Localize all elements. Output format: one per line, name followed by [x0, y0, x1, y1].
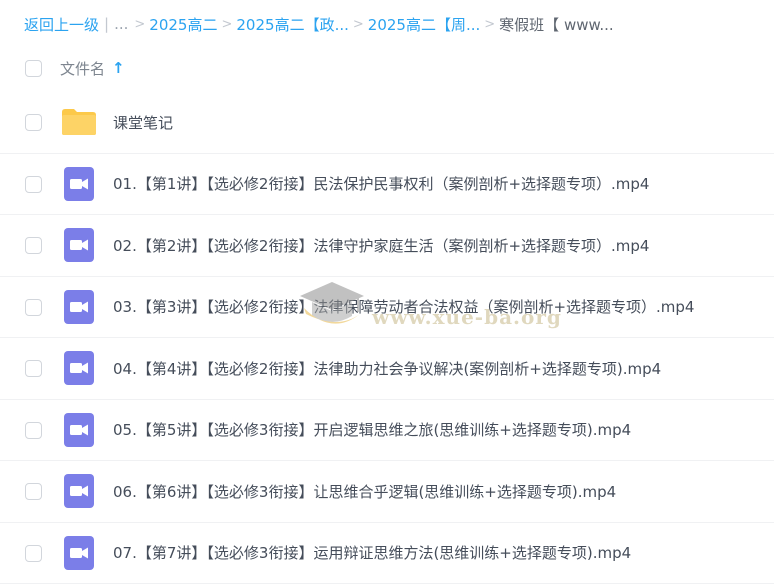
file-name[interactable]: 05.【第5讲】【选必修3衔接】开启逻辑思维之旅(思维训练+选择题专项).mp4	[113, 419, 631, 440]
back-link[interactable]: 返回上一级	[24, 14, 99, 35]
video-file-icon	[61, 166, 97, 202]
row-checkbox[interactable]	[25, 483, 42, 500]
video-file-icon	[61, 535, 97, 571]
video-file-icon	[61, 227, 97, 263]
row-checkbox[interactable]	[25, 544, 42, 562]
row-checkbox[interactable]	[25, 237, 42, 254]
file-list: 课堂笔记 01.【第1讲】【选必修2衔接】民法保护民事权利（案例剖析+选择题专项）…	[0, 92, 774, 584]
file-row[interactable]: 01.【第1讲】【选必修2衔接】民法保护民事权利（案例剖析+选择题专项）.mp4	[0, 154, 774, 215]
breadcrumb: 返回上一级 | ... > 2025高二 > 2025高二【政... > 202…	[0, 0, 774, 48]
breadcrumb-current: 寒假班【 www...	[499, 15, 614, 34]
file-name[interactable]: 01.【第1讲】【选必修2衔接】民法保护民事权利（案例剖析+选择题专项）.mp4	[113, 173, 649, 194]
select-all-checkbox[interactable]	[25, 59, 42, 77]
row-checkbox[interactable]	[25, 298, 42, 316]
breadcrumb-item[interactable]: 2025高二【政...	[236, 14, 348, 35]
video-file-icon	[61, 473, 97, 509]
file-row[interactable]: 04.【第4讲】【选必修2衔接】法律助力社会争议解决(案例剖析+选择题专项).m…	[0, 338, 774, 400]
chevron-right-icon: >	[134, 16, 146, 32]
file-name[interactable]: 07.【第7讲】【选必修3衔接】运用辩证思维方法(思维训练+选择题专项).mp4	[113, 542, 631, 563]
file-name[interactable]: 02.【第2讲】【选必修2衔接】法律守护家庭生活（案例剖析+选择题专项）.mp4	[113, 235, 649, 256]
file-row[interactable]: 07.【第7讲】【选必修3衔接】运用辩证思维方法(思维训练+选择题专项).mp4	[0, 523, 774, 584]
chevron-right-icon: >	[221, 16, 233, 32]
video-file-icon	[61, 350, 97, 386]
file-row[interactable]: 06.【第6讲】【选必修3衔接】让思维合乎逻辑(思维训练+选择题专项).mp4	[0, 461, 774, 523]
chevron-right-icon: >	[352, 16, 364, 32]
breadcrumb-item[interactable]: 2025高二【周...	[368, 14, 480, 35]
file-name[interactable]: 03.【第3讲】【选必修2衔接】法律保障劳动者合法权益（案例剖析+选择题专项）.…	[113, 296, 694, 317]
file-row[interactable]: 02.【第2讲】【选必修2衔接】法律守护家庭生活（案例剖析+选择题专项）.mp4	[0, 215, 774, 277]
arrow-up-icon[interactable]: ↑	[112, 59, 125, 77]
video-file-icon	[61, 289, 97, 325]
chevron-right-icon: >	[484, 16, 496, 32]
file-row[interactable]: 03.【第3讲】【选必修2衔接】法律保障劳动者合法权益（案例剖析+选择题专项）.…	[0, 277, 774, 338]
file-name[interactable]: 04.【第4讲】【选必修2衔接】法律助力社会争议解决(案例剖析+选择题专项).m…	[113, 358, 661, 379]
list-header: 文件名 ↑	[0, 48, 774, 88]
filename-column-label: 文件名	[60, 59, 106, 78]
file-name[interactable]: 课堂笔记	[113, 112, 173, 133]
file-name[interactable]: 06.【第6讲】【选必修3衔接】让思维合乎逻辑(思维训练+选择题专项).mp4	[113, 481, 616, 502]
file-row[interactable]: 05.【第5讲】【选必修3衔接】开启逻辑思维之旅(思维训练+选择题专项).mp4	[0, 400, 774, 461]
breadcrumb-divider: |	[104, 15, 110, 33]
row-checkbox[interactable]	[25, 114, 42, 131]
folder-row[interactable]: 课堂笔记	[0, 92, 774, 154]
row-checkbox[interactable]	[25, 421, 42, 439]
filename-column-header[interactable]: 文件名 ↑	[60, 58, 125, 79]
row-checkbox[interactable]	[25, 175, 42, 193]
file-browser: 返回上一级 | ... > 2025高二 > 2025高二【政... > 202…	[0, 0, 774, 587]
breadcrumb-ellipsis[interactable]: ...	[114, 15, 128, 33]
folder-icon	[61, 104, 97, 140]
row-checkbox[interactable]	[25, 360, 42, 377]
video-file-icon	[61, 412, 97, 448]
breadcrumb-item[interactable]: 2025高二	[149, 14, 217, 35]
